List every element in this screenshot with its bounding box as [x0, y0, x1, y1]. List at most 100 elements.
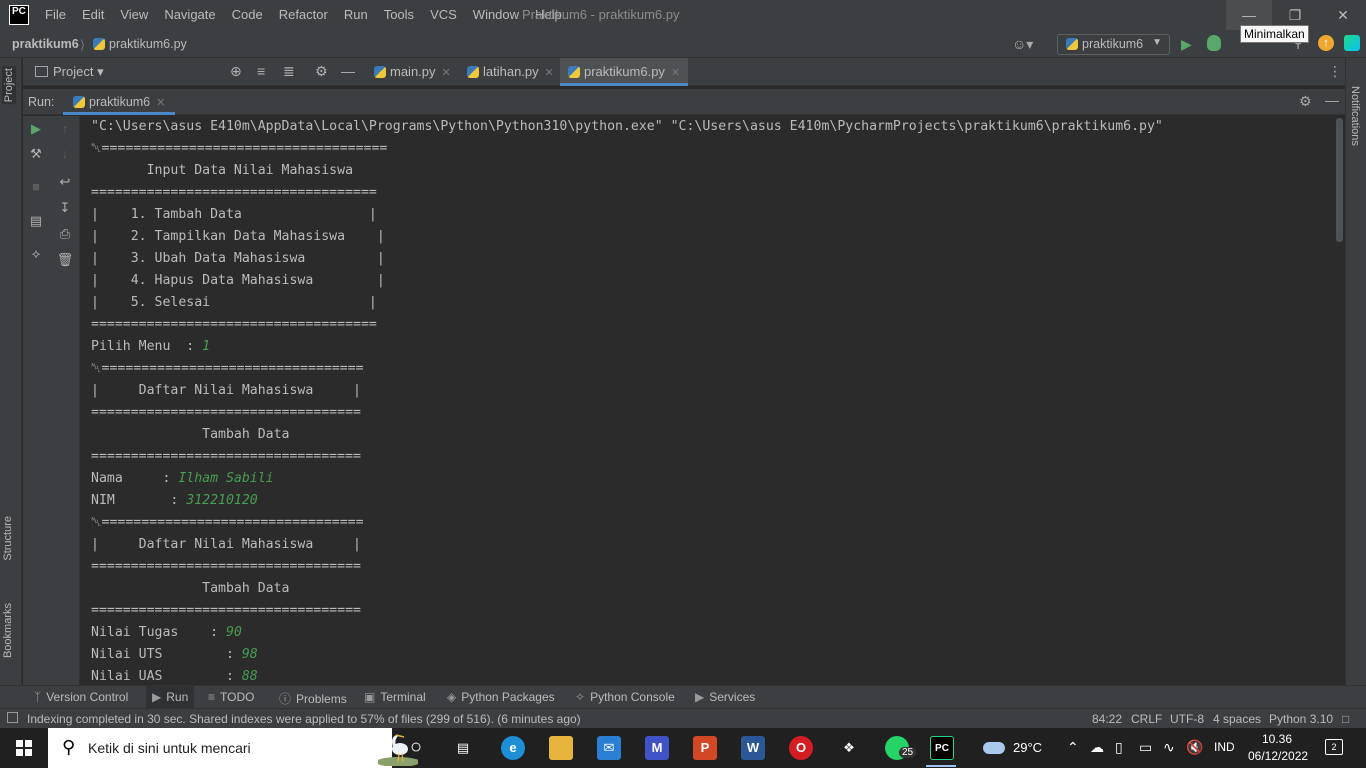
menu-tools[interactable]: Tools	[376, 7, 422, 22]
task-view-icon[interactable]: ○	[404, 736, 428, 760]
bottom-tab-label: Terminal	[380, 690, 426, 704]
layout-icon[interactable]: ▤	[27, 213, 45, 229]
clock-date[interactable]: 06/12/2022	[1248, 749, 1308, 763]
mail-icon[interactable]: ✉	[597, 736, 621, 760]
git-app-icon[interactable]: ❖	[837, 736, 861, 760]
toolbox-icon[interactable]	[1344, 35, 1360, 51]
bottom-tab-problems[interactable]: ⓘ Problems	[273, 686, 353, 709]
run-icon[interactable]: ▶	[1181, 36, 1192, 53]
line-separator[interactable]: CRLF	[1131, 712, 1162, 726]
console-scrollbar[interactable]	[1336, 118, 1343, 242]
stop-icon[interactable]: ■	[27, 179, 45, 194]
close-icon[interactable]: ✕	[156, 97, 165, 109]
windows-start-icon[interactable]	[16, 740, 32, 756]
onedrive-icon[interactable]: ☁	[1090, 739, 1104, 756]
volume-muted-icon[interactable]: 🔇	[1186, 739, 1203, 756]
gear-icon[interactable]: ⚙	[315, 63, 328, 80]
bottom-tab-python-packages[interactable]: ◈ Python Packages	[441, 686, 561, 709]
project-view-selector[interactable]: Project ▾	[35, 64, 104, 80]
close-icon[interactable]: ✕	[671, 67, 680, 79]
app-icon[interactable]: M	[645, 736, 669, 760]
clock-time[interactable]: 10.36	[1256, 732, 1298, 746]
tab-main-py[interactable]: main.py ✕	[366, 58, 459, 86]
chevron-up-icon[interactable]: ⌃	[1067, 739, 1079, 756]
tool-tab-structure[interactable]: Structure	[2, 516, 14, 561]
console-line: ␀=================================	[91, 512, 1334, 534]
powerpoint-icon[interactable]: P	[693, 736, 717, 760]
locate-icon[interactable]: ⊕	[230, 63, 242, 80]
bottom-tab-python-console[interactable]: ✧ Python Console	[569, 686, 681, 709]
trash-icon[interactable]: 🗑	[56, 252, 74, 268]
menu-view[interactable]: View	[112, 7, 156, 22]
python-console-icon: ✧	[575, 690, 586, 704]
notification-center-icon[interactable]: 2	[1325, 739, 1343, 755]
more-icon[interactable]: ⋮	[1328, 63, 1342, 80]
widgets-icon[interactable]: ▤	[451, 736, 475, 760]
layout-icon[interactable]	[7, 712, 18, 723]
run-tab-praktikum6[interactable]: praktikum6 ✕	[63, 89, 176, 115]
close-button[interactable]: ✕	[1320, 0, 1366, 30]
menu-file[interactable]: File	[37, 7, 74, 22]
run-configuration-select[interactable]: praktikum6 ▼	[1057, 34, 1170, 55]
console-line: "C:\Users\asus E410m\AppData\Local\Progr…	[91, 116, 1334, 138]
bottom-tab-run[interactable]: ▶ Run	[146, 686, 195, 709]
bottom-tab-version-control[interactable]: ᛉ Version Control	[28, 686, 134, 709]
lock-icon[interactable]: □	[1342, 712, 1349, 726]
close-icon[interactable]: ✕	[442, 67, 451, 79]
console-output[interactable]: "C:\Users\asus E410m\AppData\Local\Progr…	[81, 116, 1334, 685]
update-icon[interactable]: ↑	[1318, 35, 1334, 51]
arrow-up-icon[interactable]: ↑	[56, 121, 74, 136]
debug-icon[interactable]	[1207, 35, 1221, 51]
breadcrumb-file[interactable]: praktikum6.py	[93, 37, 187, 51]
word-icon[interactable]: W	[741, 736, 765, 760]
pin-icon[interactable]: ⟡	[27, 246, 45, 262]
weather-cloud-icon[interactable]	[983, 742, 1005, 754]
menu-code[interactable]: Code	[224, 7, 271, 22]
taskbar-search[interactable]: ⚲ Ketik di sini untuk mencari	[48, 728, 418, 768]
edge-icon[interactable]: e	[501, 736, 525, 760]
tool-tab-project[interactable]: Project	[2, 66, 16, 105]
arrow-down-icon[interactable]: ↓	[56, 146, 74, 161]
tab-praktikum6-py[interactable]: praktikum6.py ✕	[560, 58, 689, 86]
tool-tab-notifications[interactable]: Notifications	[1349, 86, 1361, 146]
rerun-icon[interactable]: ▶	[27, 121, 45, 137]
tool-tab-bookmarks[interactable]: Bookmarks	[2, 603, 14, 658]
file-explorer-icon[interactable]	[549, 736, 573, 760]
bottom-tab-terminal[interactable]: ▣ Terminal	[358, 686, 432, 709]
breadcrumb-project[interactable]: praktikum6	[12, 37, 79, 51]
soft-wrap-icon[interactable]: ↩	[56, 174, 74, 190]
python-interpreter[interactable]: Python 3.10	[1269, 712, 1333, 726]
hide-icon[interactable]: —	[341, 63, 355, 79]
caret-position[interactable]: 84:22	[1092, 712, 1122, 726]
hide-icon[interactable]: —	[1325, 92, 1339, 108]
indent-setting[interactable]: 4 spaces	[1213, 712, 1261, 726]
gear-icon[interactable]: ⚙	[1299, 93, 1312, 110]
tab-latihan-py[interactable]: latihan.py ✕	[459, 58, 562, 86]
output-text: | 5. Selesai |	[91, 295, 377, 310]
menu-vcs[interactable]: VCS	[422, 7, 465, 22]
wrench-icon[interactable]: ⚒	[27, 146, 45, 162]
pycharm-taskbar-icon[interactable]: PC	[930, 736, 954, 760]
wifi-icon[interactable]: ∿	[1163, 739, 1175, 756]
bottom-tab-services[interactable]: ▶ Services	[689, 686, 761, 709]
bottom-tab-label: Python Console	[590, 690, 675, 704]
weather-temperature[interactable]: 29°C	[1013, 740, 1042, 755]
menu-run[interactable]: Run	[336, 7, 376, 22]
menu-refactor[interactable]: Refactor	[271, 7, 336, 22]
scroll-to-end-icon[interactable]: ↧	[56, 200, 74, 216]
battery-icon[interactable]: ▭	[1139, 739, 1152, 756]
close-icon[interactable]: ✕	[545, 67, 554, 79]
collapse-all-icon[interactable]: ≣	[283, 63, 295, 80]
expand-all-icon[interactable]: ≡	[257, 63, 265, 79]
status-message[interactable]: Indexing completed in 30 sec. Shared ind…	[27, 712, 581, 726]
opera-icon[interactable]: O	[789, 736, 813, 760]
menu-navigate[interactable]: Navigate	[156, 7, 223, 22]
menu-window[interactable]: Window	[465, 7, 527, 22]
print-icon[interactable]: ⎙	[56, 226, 74, 242]
bottom-tab-todo[interactable]: ≡ TODO	[202, 686, 260, 709]
menu-edit[interactable]: Edit	[74, 7, 112, 22]
file-encoding[interactable]: UTF-8	[1170, 712, 1204, 726]
input-language[interactable]: IND	[1214, 740, 1235, 754]
device-icon[interactable]: ▯	[1115, 739, 1123, 756]
user-icon[interactable]: ☺▾	[1012, 36, 1033, 53]
